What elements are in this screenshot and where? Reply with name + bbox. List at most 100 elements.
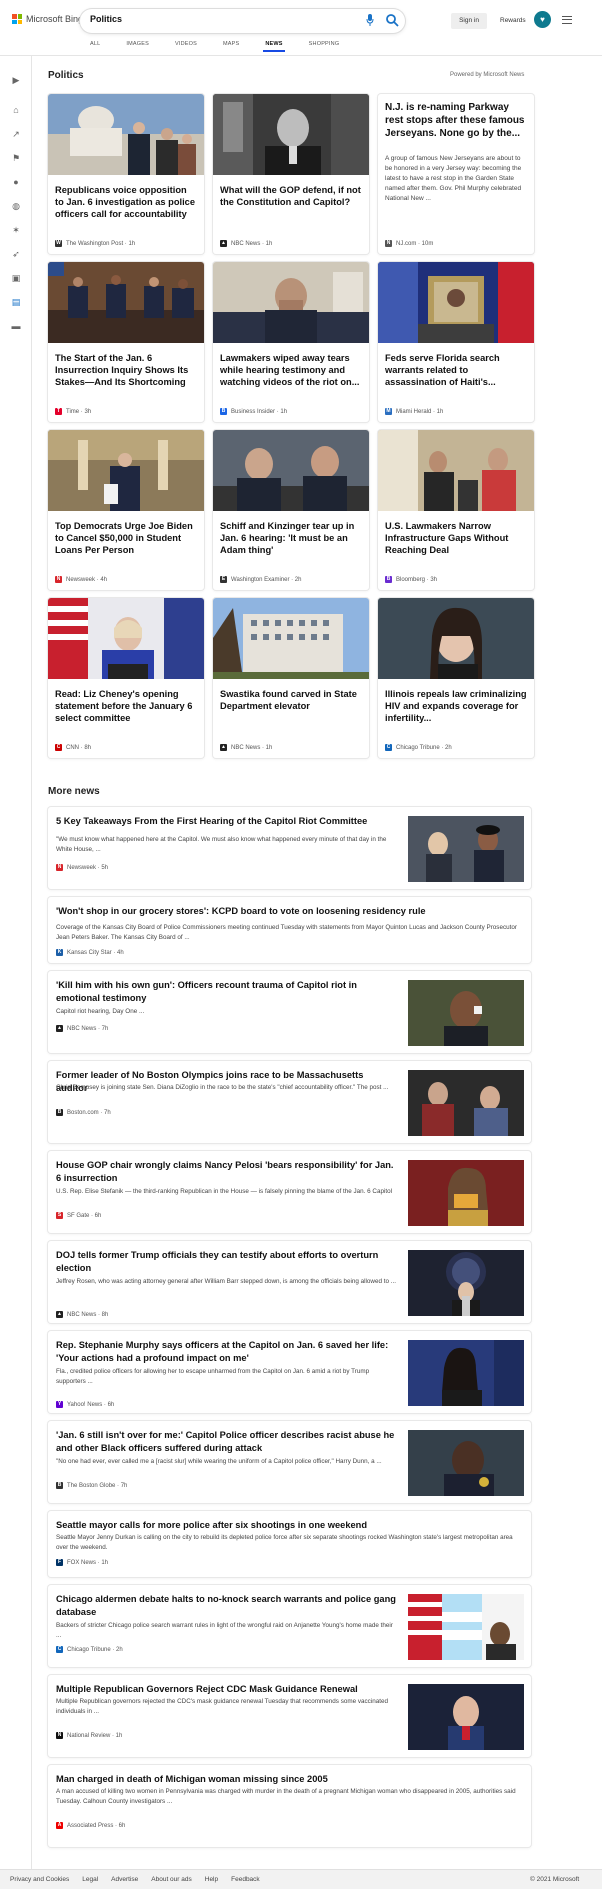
microphone-icon[interactable] xyxy=(366,14,378,28)
rewards-label[interactable]: Rewards xyxy=(500,13,526,29)
news-card[interactable]: U.S. Lawmakers Narrow Infrastructure Gap… xyxy=(378,430,534,590)
news-thumbnail[interactable] xyxy=(408,1340,524,1406)
news-list-item[interactable]: Multiple Republican Governors Reject CDC… xyxy=(48,1675,531,1757)
news-thumbnail[interactable] xyxy=(408,816,524,882)
news-item-title[interactable]: DOJ tells former Trump officials they ca… xyxy=(56,1249,396,1275)
news-image[interactable] xyxy=(378,598,534,679)
news-list-item[interactable]: Man charged in death of Michigan woman m… xyxy=(48,1765,531,1847)
news-card[interactable]: Illinois repeals law criminalizing HIV a… xyxy=(378,598,534,758)
news-card[interactable]: Top Democrats Urge Joe Biden to Cancel $… xyxy=(48,430,204,590)
news-list-item[interactable]: 'Jan. 6 still isn't over for me:' Capito… xyxy=(48,1421,531,1503)
search-input[interactable] xyxy=(90,14,310,24)
sign-in-button[interactable]: Sign in xyxy=(451,13,487,29)
news-image[interactable] xyxy=(48,430,204,511)
news-card-title[interactable]: Illinois repeals law criminalizing HIV a… xyxy=(385,688,527,724)
footer-link-about-our-ads[interactable]: About our ads xyxy=(151,1876,191,1883)
news-card-title[interactable]: Lawmakers wiped away tears while hearing… xyxy=(220,352,362,388)
hamburger-menu-icon[interactable] xyxy=(562,16,572,24)
news-card-title[interactable]: N.J. is re-naming Parkway rest stops aft… xyxy=(385,101,527,140)
news-list-item[interactable]: Chicago aldermen debate halts to no-knoc… xyxy=(48,1585,531,1667)
news-card[interactable]: What will the GOP defend, if not the Con… xyxy=(213,94,369,254)
footer-link-feedback[interactable]: Feedback xyxy=(231,1876,260,1883)
publisher-logo-icon: W xyxy=(55,240,62,247)
news-card[interactable]: Republicans voice opposition to Jan. 6 i… xyxy=(48,94,204,254)
news-item-title[interactable]: Rep. Stephanie Murphy says officers at t… xyxy=(56,1339,396,1365)
news-card-title[interactable]: What will the GOP defend, if not the Con… xyxy=(220,184,362,208)
news-card[interactable]: N.J. is re-naming Parkway rest stops aft… xyxy=(378,94,534,254)
tab-all[interactable]: ALL xyxy=(90,41,100,47)
news-image[interactable] xyxy=(48,262,204,343)
news-thumbnail[interactable] xyxy=(408,1684,524,1750)
news-card[interactable]: Lawmakers wiped away tears while hearing… xyxy=(213,262,369,422)
news-image[interactable] xyxy=(48,598,204,679)
news-card-title[interactable]: Read: Liz Cheney's opening statement bef… xyxy=(55,688,197,724)
news-list-item[interactable]: 'Won't shop in our grocery stores': KCPD… xyxy=(48,897,531,963)
news-list-item[interactable]: 5 Key Takeaways From the First Hearing o… xyxy=(48,807,531,889)
news-card-title[interactable]: Schiff and Kinzinger tear up in Jan. 6 h… xyxy=(220,520,362,556)
news-item-title[interactable]: 'Kill him with his own gun': Officers re… xyxy=(56,979,396,1005)
rocket-icon[interactable]: ➶ xyxy=(10,248,22,260)
news-card-title[interactable]: Top Democrats Urge Joe Biden to Cancel $… xyxy=(55,520,197,556)
search-icon[interactable] xyxy=(385,13,399,27)
news-list-item[interactable]: DOJ tells former Trump officials they ca… xyxy=(48,1241,531,1323)
entertainment-icon[interactable]: ▣ xyxy=(10,272,22,284)
news-card[interactable]: Swastika found carved in State Departmen… xyxy=(213,598,369,758)
news-image[interactable] xyxy=(378,262,534,343)
bulb-icon[interactable]: ✶ xyxy=(10,224,22,236)
news-item-title[interactable]: Man charged in death of Michigan woman m… xyxy=(56,1773,522,1786)
chevron-right-icon[interactable]: ▶ xyxy=(10,74,22,86)
tab-news[interactable]: NEWS xyxy=(263,41,286,52)
flag-icon[interactable]: ⚑ xyxy=(10,152,22,164)
tab-images[interactable]: IMAGES xyxy=(126,41,149,47)
news-card-title[interactable]: Republicans voice opposition to Jan. 6 i… xyxy=(55,184,197,220)
footer-link-help[interactable]: Help xyxy=(205,1876,218,1883)
news-item-title[interactable]: 5 Key Takeaways From the First Hearing o… xyxy=(56,815,396,828)
search-box[interactable] xyxy=(80,9,405,33)
news-card[interactable]: Schiff and Kinzinger tear up in Jan. 6 h… xyxy=(213,430,369,590)
footer-link-privacy-and-cookies[interactable]: Privacy and Cookies xyxy=(10,1876,69,1883)
globe-icon[interactable]: ◍ xyxy=(10,200,22,212)
news-image[interactable] xyxy=(213,598,369,679)
news-card-title[interactable]: The Start of the Jan. 6 Insurrection Inq… xyxy=(55,352,197,388)
news-list-item[interactable]: House GOP chair wrongly claims Nancy Pel… xyxy=(48,1151,531,1233)
location-icon[interactable]: ● xyxy=(10,176,22,188)
news-thumbnail[interactable] xyxy=(408,1250,524,1316)
news-list-item[interactable]: 'Kill him with his own gun': Officers re… xyxy=(48,971,531,1053)
money-icon[interactable]: ▬ xyxy=(10,320,22,332)
news-image[interactable] xyxy=(213,430,369,511)
news-list-item[interactable]: Former leader of No Boston Olympics join… xyxy=(48,1061,531,1143)
tab-maps[interactable]: MAPS xyxy=(223,41,239,47)
news-image[interactable] xyxy=(48,94,204,175)
news-card[interactable]: Read: Liz Cheney's opening statement bef… xyxy=(48,598,204,758)
news-item-title[interactable]: 'Won't shop in our grocery stores': KCPD… xyxy=(56,905,522,918)
tab-shopping[interactable]: SHOPPING xyxy=(309,41,340,47)
news-card[interactable]: The Start of the Jan. 6 Insurrection Inq… xyxy=(48,262,204,422)
news-thumbnail[interactable] xyxy=(408,1070,524,1136)
news-card-title[interactable]: U.S. Lawmakers Narrow Infrastructure Gap… xyxy=(385,520,527,556)
home-icon[interactable]: ⌂ xyxy=(10,104,22,116)
trending-icon[interactable]: ↗ xyxy=(10,128,22,140)
news-item-title[interactable]: Multiple Republican Governors Reject CDC… xyxy=(56,1683,396,1696)
news-image[interactable] xyxy=(378,430,534,511)
news-thumbnail[interactable] xyxy=(408,1160,524,1226)
news-thumbnail[interactable] xyxy=(408,980,524,1046)
bank-icon[interactable]: ▤ xyxy=(10,296,22,308)
news-item-title[interactable]: 'Jan. 6 still isn't over for me:' Capito… xyxy=(56,1429,396,1455)
news-list-item[interactable]: Rep. Stephanie Murphy says officers at t… xyxy=(48,1331,531,1413)
news-card-title[interactable]: Swastika found carved in State Departmen… xyxy=(220,688,362,712)
news-card[interactable]: Feds serve Florida search warrants relat… xyxy=(378,262,534,422)
news-image[interactable] xyxy=(213,262,369,343)
news-item-title[interactable]: Chicago aldermen debate halts to no-knoc… xyxy=(56,1593,396,1619)
news-image[interactable] xyxy=(213,94,369,175)
news-thumbnail[interactable] xyxy=(408,1430,524,1496)
news-item-title[interactable]: Seattle mayor calls for more police afte… xyxy=(56,1519,522,1532)
news-item-title[interactable]: House GOP chair wrongly claims Nancy Pel… xyxy=(56,1159,396,1185)
rewards-medal-icon[interactable]: ♥ xyxy=(534,11,551,28)
news-card-title[interactable]: Feds serve Florida search warrants relat… xyxy=(385,352,527,388)
footer-link-legal[interactable]: Legal xyxy=(82,1876,98,1883)
bing-logo[interactable]: Microsoft Bing xyxy=(12,14,83,24)
news-thumbnail[interactable] xyxy=(408,1594,524,1660)
news-list-item[interactable]: Seattle mayor calls for more police afte… xyxy=(48,1511,531,1577)
tab-videos[interactable]: VIDEOS xyxy=(175,41,197,47)
footer-link-advertise[interactable]: Advertise xyxy=(111,1876,138,1883)
